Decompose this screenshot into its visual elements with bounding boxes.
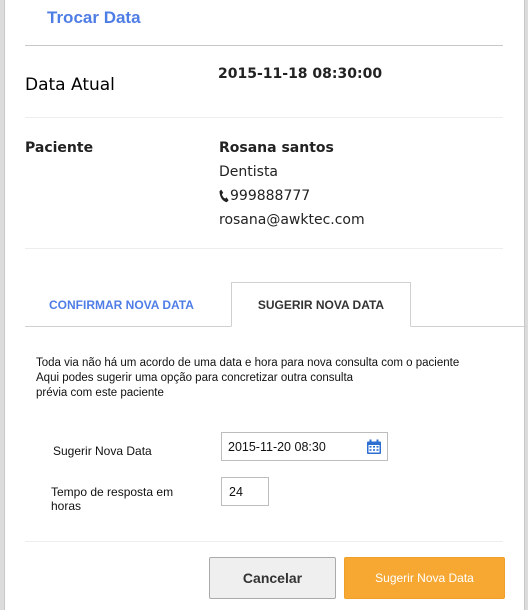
current-date-label: Data Atual — [25, 75, 115, 95]
suggest-new-date-button[interactable]: Sugerir Nova Data — [344, 557, 505, 599]
patient-phone-row: 999888777 — [219, 188, 365, 204]
suggest-date-input[interactable]: 2015-11-20 08:30 — [221, 432, 388, 461]
section-divider — [25, 117, 503, 118]
patient-phone: 999888777 — [230, 188, 311, 204]
response-time-label-line: Tempo de resposta em — [51, 485, 174, 499]
patient-specialty: Dentista — [219, 164, 279, 180]
current-date-value: 2015-11-18 08:30:00 — [218, 66, 383, 82]
change-date-modal: Trocar Data Data Atual 2015-11-18 08:30:… — [4, 0, 527, 610]
description-line: prévia com este paciente — [36, 387, 164, 399]
suggest-date-value: 2015-11-20 08:30 — [228, 439, 326, 454]
patient-name: Rosana santos — [219, 140, 334, 156]
description-line: Toda via não há um acordo de uma data e … — [36, 357, 460, 369]
tab-suggest-new-date[interactable]: SUGERIR NOVA DATA — [231, 282, 411, 327]
response-time-input[interactable]: 24 — [221, 477, 269, 506]
footer-divider — [25, 541, 503, 542]
header-divider — [25, 45, 503, 46]
suggest-description: Toda via não há um acordo de uma data e … — [36, 356, 526, 401]
patient-label: Paciente — [25, 140, 94, 156]
modal-title: Trocar Data — [47, 8, 141, 27]
tab-confirm-new-date[interactable]: CONFIRMAR NOVA DATA — [49, 282, 199, 327]
calendar-icon[interactable] — [366, 439, 382, 455]
description-line: Aqui podes sugerir uma opção para concre… — [36, 372, 354, 384]
section-divider — [25, 248, 503, 249]
phone-icon — [219, 189, 229, 203]
response-time-label: Tempo de resposta em horas — [51, 485, 173, 513]
patient-email: rosana@awktec.com — [219, 212, 365, 228]
suggest-date-label: Sugerir Nova Data — [53, 444, 152, 458]
cancel-button[interactable]: Cancelar — [209, 557, 336, 599]
response-time-label-line: horas — [51, 499, 82, 513]
patient-info: Rosana santos Dentista 999888777 rosana@… — [219, 140, 365, 228]
